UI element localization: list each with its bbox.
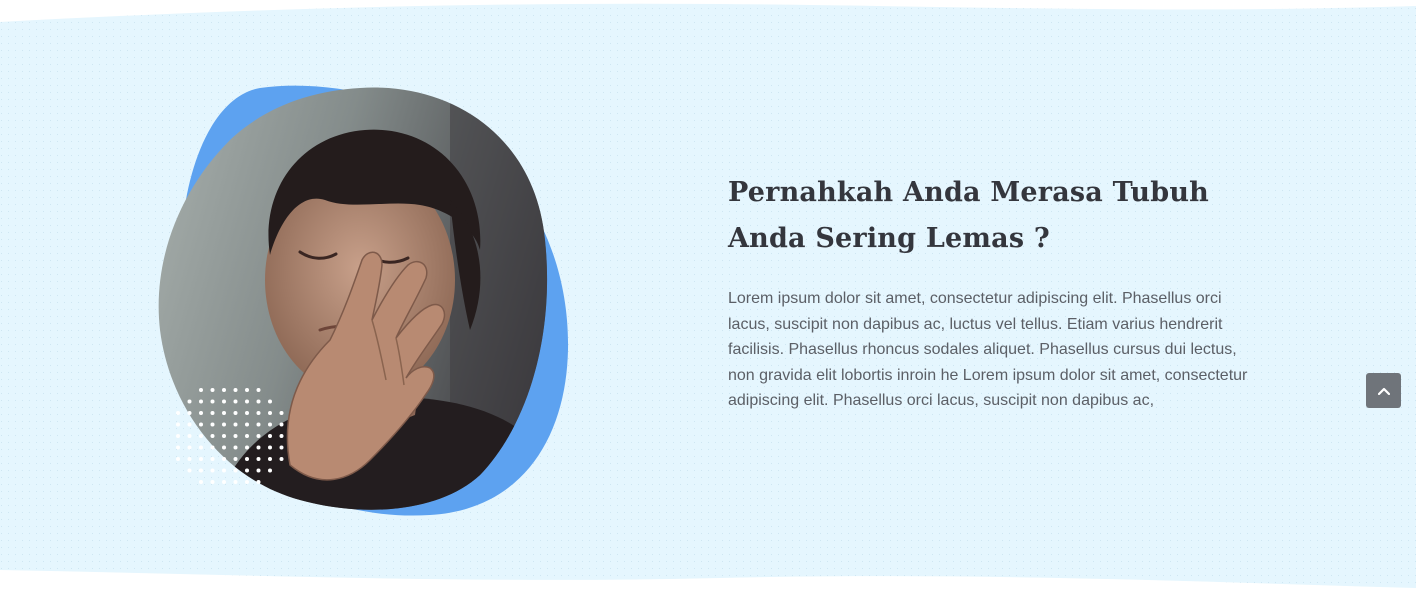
- grid-dot: [222, 445, 226, 450]
- grid-dot: [199, 445, 203, 450]
- grid-dot: [222, 388, 226, 392]
- grid-dot: [233, 399, 238, 404]
- grid-dot: [199, 422, 203, 427]
- page: Pernahkah Anda Merasa Tubuh Anda Sering …: [0, 0, 1416, 600]
- grid-dot: [187, 468, 192, 473]
- grid-dot: [279, 422, 284, 427]
- grid-dot: [233, 422, 238, 427]
- grid-dot: [256, 445, 261, 450]
- grid-dot: [256, 411, 261, 415]
- grid-dot: [210, 388, 215, 392]
- grid-dot: [233, 434, 238, 438]
- grid-dot: [176, 411, 180, 415]
- grid-dot: [245, 468, 249, 473]
- hero-media: [150, 80, 580, 525]
- grid-dot: [256, 457, 261, 461]
- grid-dot: [256, 388, 261, 392]
- grid-dot: [199, 457, 203, 461]
- grid-dot: [176, 422, 180, 427]
- grid-dot: [268, 411, 272, 415]
- grid-dot: [245, 422, 249, 427]
- grid-dot: [222, 434, 226, 438]
- grid-dot: [187, 411, 192, 415]
- grid-dot: [245, 480, 249, 484]
- grid-dot: [176, 445, 180, 450]
- grid-dot: [176, 434, 180, 438]
- grid-dot: [210, 468, 215, 473]
- grid-dot: [233, 388, 238, 392]
- grid-dot: [199, 480, 203, 484]
- section-heading: Pernahkah Anda Merasa Tubuh Anda Sering …: [728, 177, 1209, 254]
- grid-dot: [187, 399, 192, 404]
- grid-dot: [245, 457, 249, 461]
- grid-dot: [233, 411, 238, 415]
- grid-dot: [210, 457, 215, 461]
- grid-dot: [245, 399, 249, 404]
- grid-dot: [233, 457, 238, 461]
- grid-dot: [199, 411, 203, 415]
- grid-dot: [245, 411, 249, 415]
- grid-dot: [279, 434, 284, 438]
- grid-dot: [268, 457, 272, 461]
- grid-dot: [187, 422, 192, 427]
- grid-dot: [187, 434, 192, 438]
- grid-dot: [245, 388, 249, 392]
- grid-dot: [210, 411, 215, 415]
- grid-dot: [199, 399, 203, 404]
- grid-dot: [233, 480, 238, 484]
- grid-dot: [222, 457, 226, 461]
- scroll-to-top-button[interactable]: [1366, 373, 1401, 408]
- grid-dot: [199, 434, 203, 438]
- grid-dot: [222, 399, 226, 404]
- grid-dot: [222, 468, 226, 473]
- grid-dot: [187, 457, 192, 461]
- grid-dot: [256, 434, 261, 438]
- grid-dot: [222, 480, 226, 484]
- grid-dot: [187, 445, 192, 450]
- grid-dot: [210, 434, 215, 438]
- grid-dot: [210, 480, 215, 484]
- grid-dot: [279, 457, 284, 461]
- grid-dot: [256, 399, 261, 404]
- grid-dot: [279, 411, 284, 415]
- grid-dot: [268, 468, 272, 473]
- grid-dot: [268, 422, 272, 427]
- grid-dot: [268, 399, 272, 404]
- grid-dot: [199, 468, 203, 473]
- grid-dot: [199, 388, 203, 392]
- grid-dot: [256, 468, 261, 473]
- grid-dot: [279, 445, 284, 450]
- grid-dot: [210, 399, 215, 404]
- grid-dot: [268, 445, 272, 450]
- section-body-text: Lorem ipsum dolor sit amet, consectetur …: [728, 290, 1248, 409]
- grid-dot: [233, 445, 238, 450]
- grid-dot: [222, 422, 226, 427]
- grid-dot: [245, 434, 249, 438]
- hero-content: Pernahkah Anda Merasa Tubuh Anda Sering …: [728, 170, 1268, 414]
- grid-dot: [256, 422, 261, 427]
- grid-dot: [210, 445, 215, 450]
- grid-dot: [176, 457, 180, 461]
- grid-dot: [245, 445, 249, 450]
- grid-dot: [256, 480, 261, 484]
- grid-dot: [268, 434, 272, 438]
- grid-dot: [233, 468, 238, 473]
- chevron-up-icon: [1377, 387, 1390, 395]
- grid-dot: [222, 411, 226, 415]
- grid-dot: [210, 422, 215, 427]
